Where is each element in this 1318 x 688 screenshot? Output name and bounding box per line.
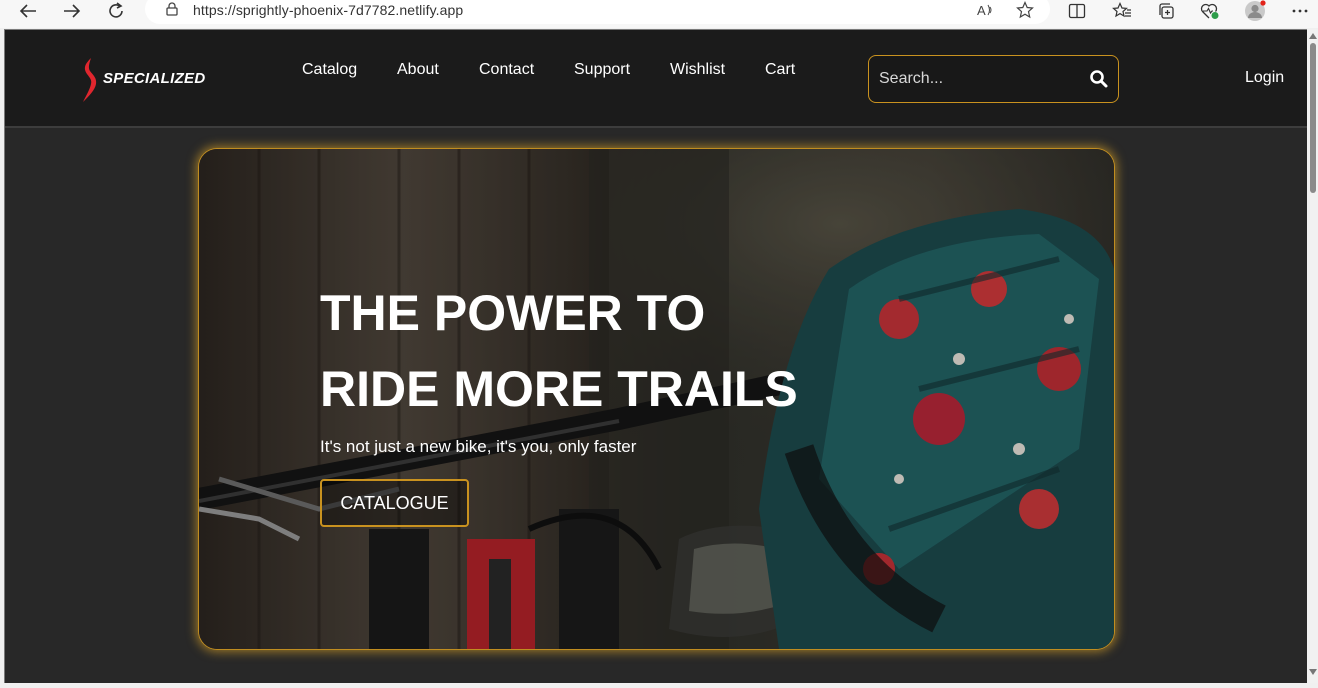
brand-wordmark: SPECIALIZED	[103, 70, 206, 87]
nav-wishlist[interactable]: Wishlist	[670, 61, 725, 79]
profile-icon	[1245, 0, 1266, 21]
back-arrow-icon	[19, 4, 36, 18]
profile-avatar[interactable]	[1243, 0, 1267, 22]
forward-button[interactable]	[58, 0, 86, 22]
browser-toolbar: https://sprightly-phoenix-7d7782.netlify…	[0, 0, 1318, 28]
catalogue-button[interactable]: CATALOGUE	[320, 479, 469, 527]
browser-essentials-icon[interactable]	[1198, 0, 1222, 22]
favorite-star-icon[interactable]	[1015, 1, 1035, 19]
back-button[interactable]	[14, 0, 42, 22]
collections-icon[interactable]	[1154, 0, 1178, 22]
svg-text:A: A	[977, 3, 986, 18]
refresh-button[interactable]	[102, 0, 130, 22]
forward-arrow-icon	[64, 4, 81, 18]
hero-subtitle: It's not just a new bike, it's you, only…	[320, 437, 637, 456]
nav-contact[interactable]: Contact	[479, 61, 534, 79]
nav-cart[interactable]: Cart	[765, 61, 795, 79]
split-screen-icon[interactable]	[1065, 0, 1089, 22]
favorites-icon[interactable]	[1110, 0, 1134, 22]
scroll-down-icon[interactable]	[1309, 669, 1317, 675]
lock-icon[interactable]	[165, 2, 179, 16]
url-text[interactable]: https://sprightly-phoenix-7d7782.netlify…	[193, 2, 463, 18]
page-viewport: SPECIALIZED Catalog About Contact Suppor…	[4, 29, 1307, 683]
scroll-up-icon[interactable]	[1309, 33, 1317, 39]
refresh-icon	[109, 2, 123, 18]
nav-about[interactable]: About	[397, 61, 439, 79]
scroll-thumb[interactable]	[1310, 43, 1316, 193]
search-input[interactable]	[879, 68, 1079, 90]
window-bottom-edge	[0, 683, 1318, 688]
login-link[interactable]: Login	[1245, 69, 1284, 87]
read-aloud-icon[interactable]: A	[975, 1, 995, 19]
specialized-s-icon	[83, 58, 97, 102]
more-options-icon[interactable]	[1288, 0, 1312, 22]
hero-title-line-1: THE POWER TO	[320, 285, 706, 341]
nav-catalog[interactable]: Catalog	[302, 61, 357, 79]
hero-title-line-2: RIDE MORE TRAILS	[320, 361, 798, 417]
nav-support[interactable]: Support	[574, 61, 630, 79]
brand-logo[interactable]: SPECIALIZED	[79, 56, 205, 104]
hero-banner: THE POWER TO RIDE MORE TRAILS It's not j…	[199, 149, 1114, 649]
search-box	[868, 55, 1119, 103]
page-scrollbar[interactable]	[1307, 29, 1318, 683]
address-bar[interactable]: https://sprightly-phoenix-7d7782.netlify…	[145, 0, 1050, 24]
hero-title: THE POWER TO RIDE MORE TRAILS	[320, 275, 798, 427]
site-header: SPECIALIZED Catalog About Contact Suppor…	[5, 30, 1307, 128]
search-icon[interactable]	[1089, 69, 1109, 89]
